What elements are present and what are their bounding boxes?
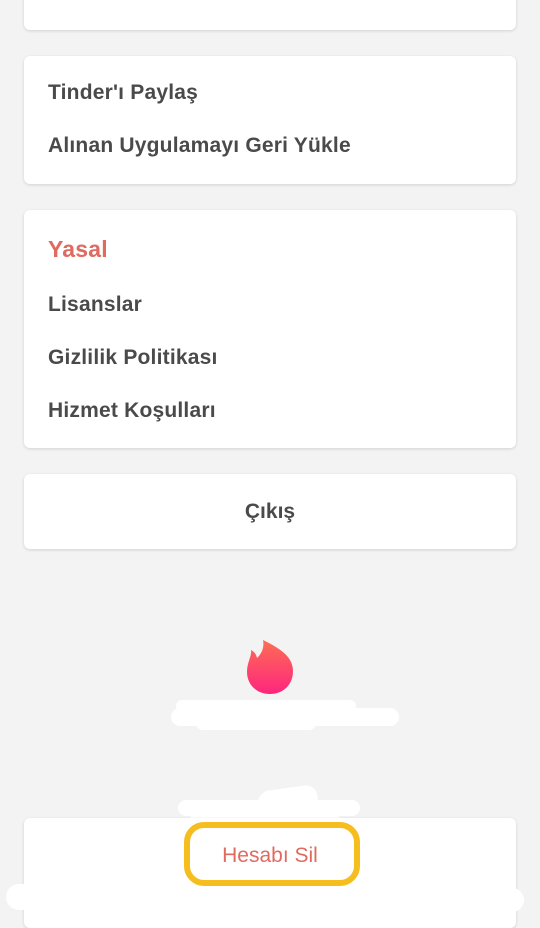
logout-button[interactable]: Çıkış bbox=[24, 474, 516, 549]
restore-purchases-item[interactable]: Alınan Uygulamayı Geri Yükle bbox=[48, 134, 351, 158]
settings-card-top bbox=[24, 0, 516, 30]
terms-of-service-item[interactable]: Hizmet Koşulları bbox=[48, 399, 216, 423]
share-tinder-item[interactable]: Tinder'ı Paylaş bbox=[48, 81, 198, 105]
logout-label: Çıkış bbox=[244, 500, 296, 523]
redaction-scribble-3 bbox=[196, 716, 316, 730]
licenses-item[interactable]: Lisanslar bbox=[48, 293, 142, 317]
redaction-scribble-9 bbox=[360, 888, 524, 912]
share-section-card: Tinder'ı Paylaş Alınan Uygulamayı Geri Y… bbox=[24, 56, 516, 184]
tinder-flame-icon bbox=[247, 640, 293, 694]
privacy-policy-item[interactable]: Gizlilik Politikası bbox=[48, 346, 218, 370]
delete-account-highlight bbox=[184, 822, 360, 886]
legal-section-title: Yasal bbox=[48, 236, 108, 262]
legal-section-card: Yasal Lisanslar Gizlilik Politikası Hizm… bbox=[24, 210, 516, 448]
